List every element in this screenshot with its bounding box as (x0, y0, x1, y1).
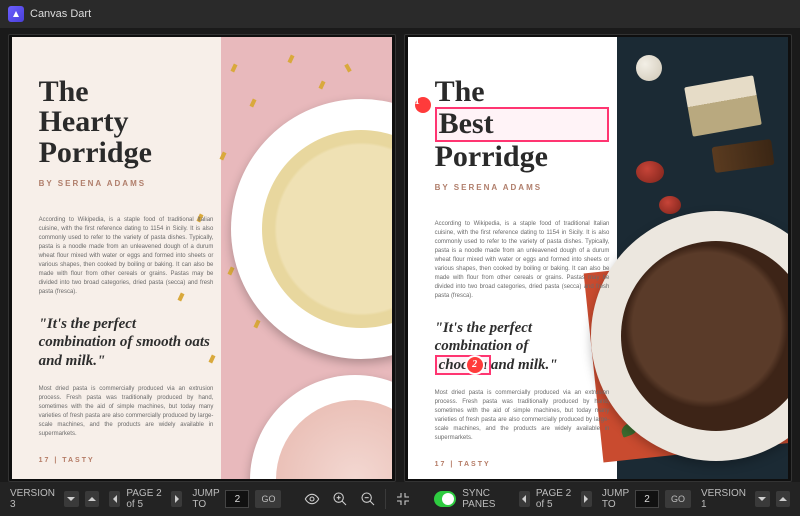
page-indicator: PAGE 2 of 5 (536, 488, 575, 510)
text-column: The 1 Best Porridge BY SERENA ADAMS Acco… (435, 77, 610, 468)
page-prev-button[interactable] (519, 491, 530, 507)
jump-label: JUMP TO (602, 488, 629, 510)
footer-toolbar: VERSION 3 PAGE 2 of 5 JUMP TO GO SYNC PA… (0, 482, 800, 516)
right-pane[interactable]: The 1 Best Porridge BY SERENA ADAMS Acco… (404, 34, 792, 482)
version-down-button[interactable] (755, 491, 769, 507)
pull-quote: "It's the perfect combination of smooth … (39, 315, 214, 371)
diff-badge-1[interactable]: 1 (415, 97, 431, 113)
right-page-selector: PAGE 2 of 5 (519, 488, 592, 510)
version-down-button[interactable] (64, 491, 78, 507)
toolbar-divider (385, 489, 386, 509)
version-label: VERSION 3 (10, 488, 58, 510)
jump-go-button[interactable]: GO (255, 490, 281, 508)
jump-page-input[interactable] (635, 490, 659, 508)
collapse-icon[interactable] (392, 488, 414, 510)
left-page-canvas: The Hearty Porridge BY SERENA ADAMS Acco… (12, 37, 392, 479)
byline: BY SERENA ADAMS (435, 183, 610, 192)
version-up-button[interactable] (85, 491, 99, 507)
jump-label: JUMP TO (192, 488, 219, 510)
compare-area: The Hearty Porridge BY SERENA ADAMS Acco… (0, 28, 800, 482)
left-pane[interactable]: The Hearty Porridge BY SERENA ADAMS Acco… (8, 34, 396, 482)
body-paragraph-2: Most dried pasta is commercially produce… (435, 389, 610, 443)
app-title: Canvas Dart (30, 8, 91, 20)
pullquote-part: "It's the perfect combination of (435, 320, 532, 355)
body-paragraph: According to Wikipedia, is a staple food… (39, 216, 214, 297)
diff-highlight-1[interactable]: Best (435, 107, 610, 142)
diff-badge-2[interactable]: 2 (467, 357, 483, 373)
left-version-selector: VERSION 3 (10, 488, 99, 510)
text-column: The Hearty Porridge BY SERENA ADAMS Acco… (39, 77, 214, 464)
right-page-canvas: The 1 Best Porridge BY SERENA ADAMS Acco… (408, 37, 788, 479)
jump-go-button[interactable]: GO (665, 490, 691, 508)
version-up-button[interactable] (776, 491, 790, 507)
eye-icon[interactable] (301, 488, 323, 510)
page-footer-text: 17 | TASTY (39, 457, 214, 464)
page-footer-text: 17 | TASTY (435, 461, 610, 468)
pullquote-part: and milk." (491, 357, 558, 373)
page-next-button[interactable] (581, 491, 592, 507)
title-line: Porridge (39, 138, 214, 169)
title-line: The (435, 77, 610, 108)
sync-panes-toggle[interactable] (434, 491, 456, 507)
page-indicator: PAGE 2 of 5 (126, 488, 165, 510)
sync-panes: SYNC PANES (434, 488, 508, 510)
byline: BY SERENA ADAMS (39, 179, 214, 188)
title-line: Porridge (435, 142, 610, 173)
body-paragraph-2: Most dried pasta is commercially produce… (39, 385, 214, 439)
left-page-selector: PAGE 2 of 5 (109, 488, 182, 510)
title-line: The (39, 77, 214, 108)
title-line: Hearty (39, 107, 214, 138)
page-next-button[interactable] (171, 491, 182, 507)
page-title: The 1 Best Porridge (435, 77, 610, 173)
pull-quote: "It's the perfect combination of 2chocol… (435, 319, 610, 375)
page-prev-button[interactable] (109, 491, 120, 507)
zoom-out-icon[interactable] (357, 488, 379, 510)
version-label: VERSION 1 (701, 488, 749, 510)
app-icon (8, 6, 24, 22)
left-jump: JUMP TO GO (192, 488, 281, 510)
jump-page-input[interactable] (225, 490, 249, 508)
page-title: The Hearty Porridge (39, 77, 214, 169)
sync-panes-label: SYNC PANES (462, 488, 508, 510)
body-paragraph: According to Wikipedia, is a staple food… (435, 220, 610, 301)
center-tools (301, 488, 414, 510)
right-version-selector: VERSION 1 (701, 488, 790, 510)
right-jump: JUMP TO GO (602, 488, 691, 510)
app-header: Canvas Dart (0, 0, 800, 28)
zoom-in-icon[interactable] (329, 488, 351, 510)
